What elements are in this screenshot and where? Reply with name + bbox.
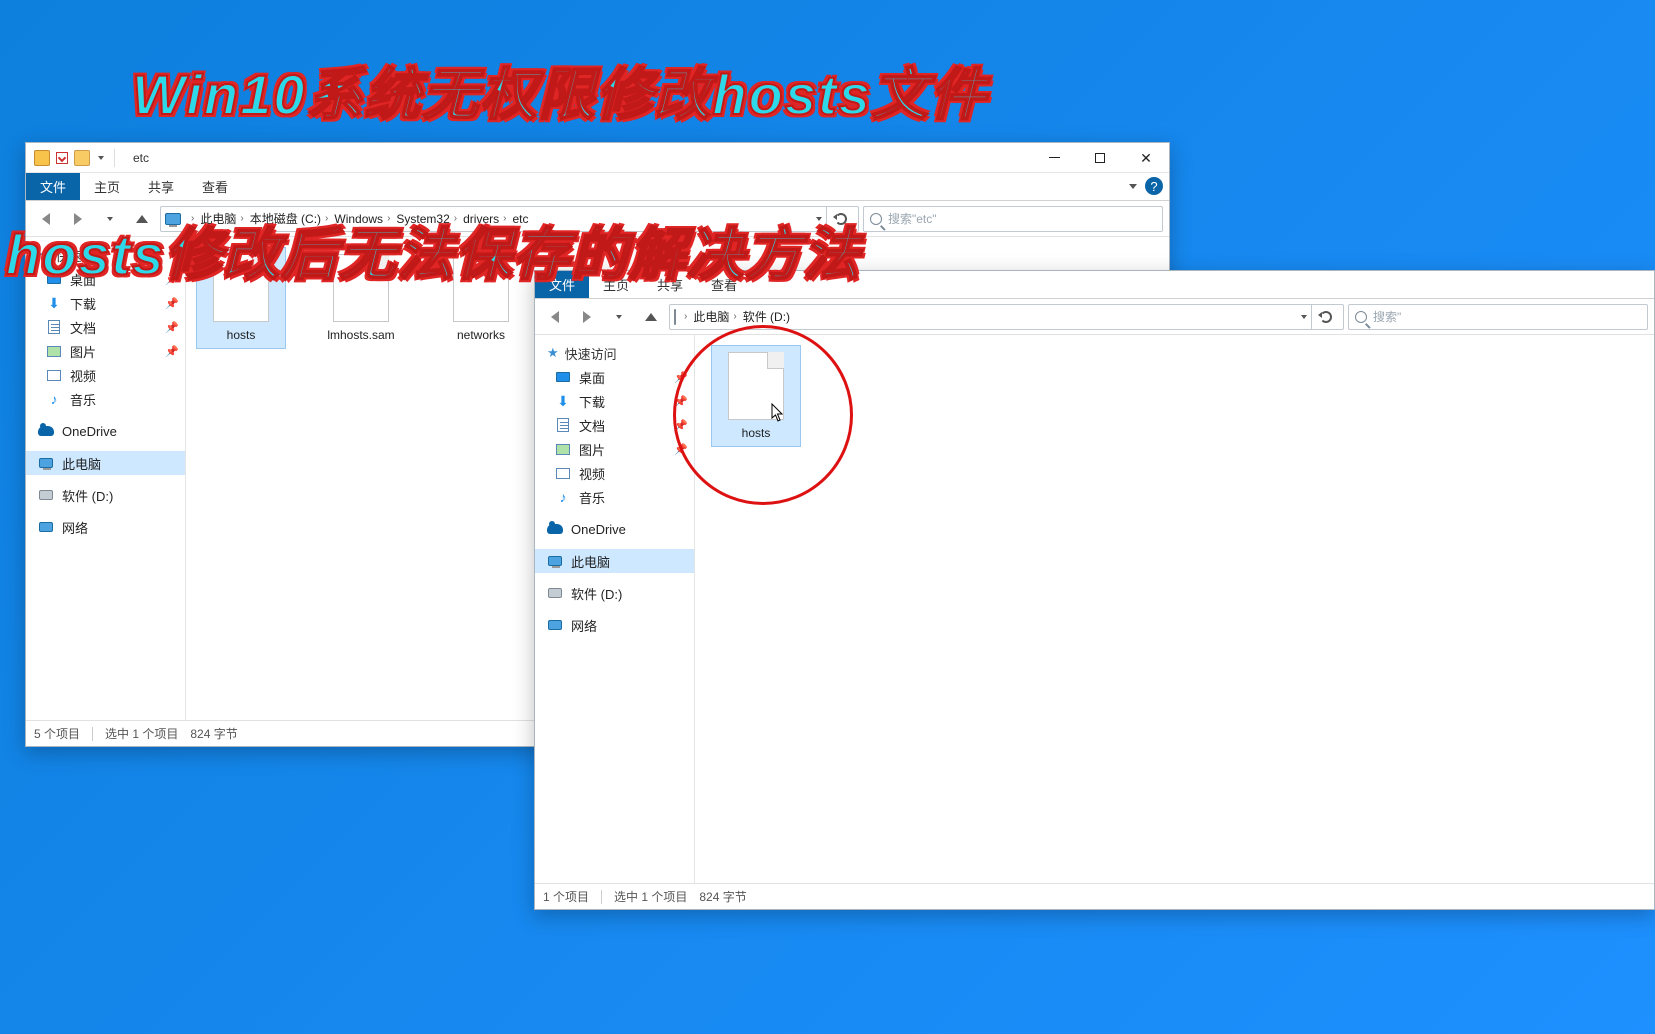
explorer-window-d-drive: 文件 主页 共享 查看 › 此电脑› 软件 (D:) 搜索" ★快速访问 桌面📌… (534, 270, 1655, 910)
crumb-this-pc[interactable]: 此电脑› (693, 308, 740, 325)
file-label: hosts (718, 426, 794, 440)
status-selection: 选中 1 个项目 (105, 725, 178, 742)
nav-this-pc[interactable]: 此电脑 (26, 451, 185, 475)
qat-icon[interactable] (56, 152, 68, 164)
nav-pictures[interactable]: 图片📌 (26, 339, 185, 363)
nav-music[interactable]: ♪音乐 (535, 485, 694, 509)
file-label: hosts (203, 328, 279, 342)
nav-videos[interactable]: 视频 (535, 461, 694, 485)
nav-documents[interactable]: 文档📌 (535, 413, 694, 437)
tab-file[interactable]: 文件 (26, 173, 80, 200)
nav-software-d[interactable]: 软件 (D:) (535, 581, 694, 605)
nav-pictures[interactable]: 图片📌 (535, 437, 694, 461)
nav-network[interactable]: 网络 (535, 613, 694, 637)
close-button[interactable]: ✕ (1123, 143, 1169, 173)
tab-share[interactable]: 共享 (134, 173, 188, 200)
file-hosts[interactable]: hosts (711, 345, 801, 447)
nav-onedrive[interactable]: OneDrive (535, 517, 694, 541)
search-icon (1355, 311, 1367, 323)
address-bar-row: › 此电脑› 软件 (D:) 搜索" (535, 299, 1654, 335)
overlay-title-1: Win10系统无权限修改hosts文件 (132, 50, 988, 131)
qat-folder-icon[interactable] (74, 150, 90, 166)
refresh-button[interactable] (1311, 304, 1339, 330)
status-selection: 选中 1 个项目 (614, 888, 687, 905)
nav-desktop[interactable]: 桌面📌 (535, 365, 694, 389)
titlebar[interactable]: etc ✕ (26, 143, 1169, 173)
nav-software-d[interactable]: 软件 (D:) (26, 483, 185, 507)
minimize-button[interactable] (1031, 143, 1077, 173)
search-input[interactable]: 搜索"etc" (863, 206, 1163, 232)
nav-onedrive[interactable]: OneDrive (26, 419, 185, 443)
nav-downloads[interactable]: ⬇下载📌 (535, 389, 694, 413)
tab-view[interactable]: 查看 (188, 173, 242, 200)
ribbon-expand-icon[interactable] (1127, 181, 1139, 193)
qat-dropdown-icon[interactable] (96, 153, 106, 163)
nav-network[interactable]: 网络 (26, 515, 185, 539)
help-icon[interactable]: ? (1145, 177, 1163, 195)
navigation-pane[interactable]: ★快速访问 桌面📌 ⬇下载📌 文档📌 图片📌 视频 ♪音乐 OneDrive 此… (535, 335, 695, 883)
maximize-button[interactable] (1077, 143, 1123, 173)
nav-recent-dropdown[interactable] (605, 303, 633, 331)
nav-forward-button[interactable] (573, 303, 601, 331)
status-item-count: 5 个项目 (34, 725, 80, 742)
nav-up-button[interactable] (637, 303, 665, 331)
separator (114, 149, 115, 167)
drive-icon (674, 309, 676, 325)
navigation-pane[interactable]: ★快速访问 桌面📌 ⬇下载📌 文档📌 图片📌 视频 ♪音乐 OneDrive 此… (26, 237, 186, 720)
folder-icon (34, 150, 50, 166)
file-label: lmhosts.sam (323, 328, 399, 342)
search-placeholder: 搜索" (1373, 308, 1401, 325)
nav-this-pc[interactable]: 此电脑 (535, 549, 694, 573)
status-size: 824 字节 (699, 888, 746, 905)
ribbon-tabs: 文件 主页 共享 查看 ? (26, 173, 1169, 201)
search-icon (870, 213, 882, 225)
nav-downloads[interactable]: ⬇下载📌 (26, 291, 185, 315)
status-size: 824 字节 (190, 725, 237, 742)
search-input[interactable]: 搜索" (1348, 304, 1648, 330)
crumb-d-drive[interactable]: 软件 (D:) (743, 308, 790, 325)
file-label: networks (443, 328, 519, 342)
overlay-title-2: hosts修改后无法保存的解决方法 (6, 210, 861, 291)
nav-videos[interactable]: 视频 (26, 363, 185, 387)
nav-documents[interactable]: 文档📌 (26, 315, 185, 339)
nav-back-button[interactable] (541, 303, 569, 331)
status-bar: 1 个项目 选中 1 个项目 824 字节 (535, 883, 1654, 909)
tab-home[interactable]: 主页 (80, 173, 134, 200)
cursor-icon (771, 403, 785, 423)
window-title: etc (133, 151, 149, 165)
nav-quick-access[interactable]: ★快速访问 (535, 341, 694, 365)
address-dropdown-icon[interactable] (1299, 312, 1309, 322)
search-placeholder: 搜索"etc" (888, 210, 937, 227)
address-bar[interactable]: › 此电脑› 软件 (D:) (669, 304, 1344, 330)
nav-music[interactable]: ♪音乐 (26, 387, 185, 411)
file-list[interactable]: hosts (695, 335, 1654, 883)
status-item-count: 1 个项目 (543, 888, 589, 905)
